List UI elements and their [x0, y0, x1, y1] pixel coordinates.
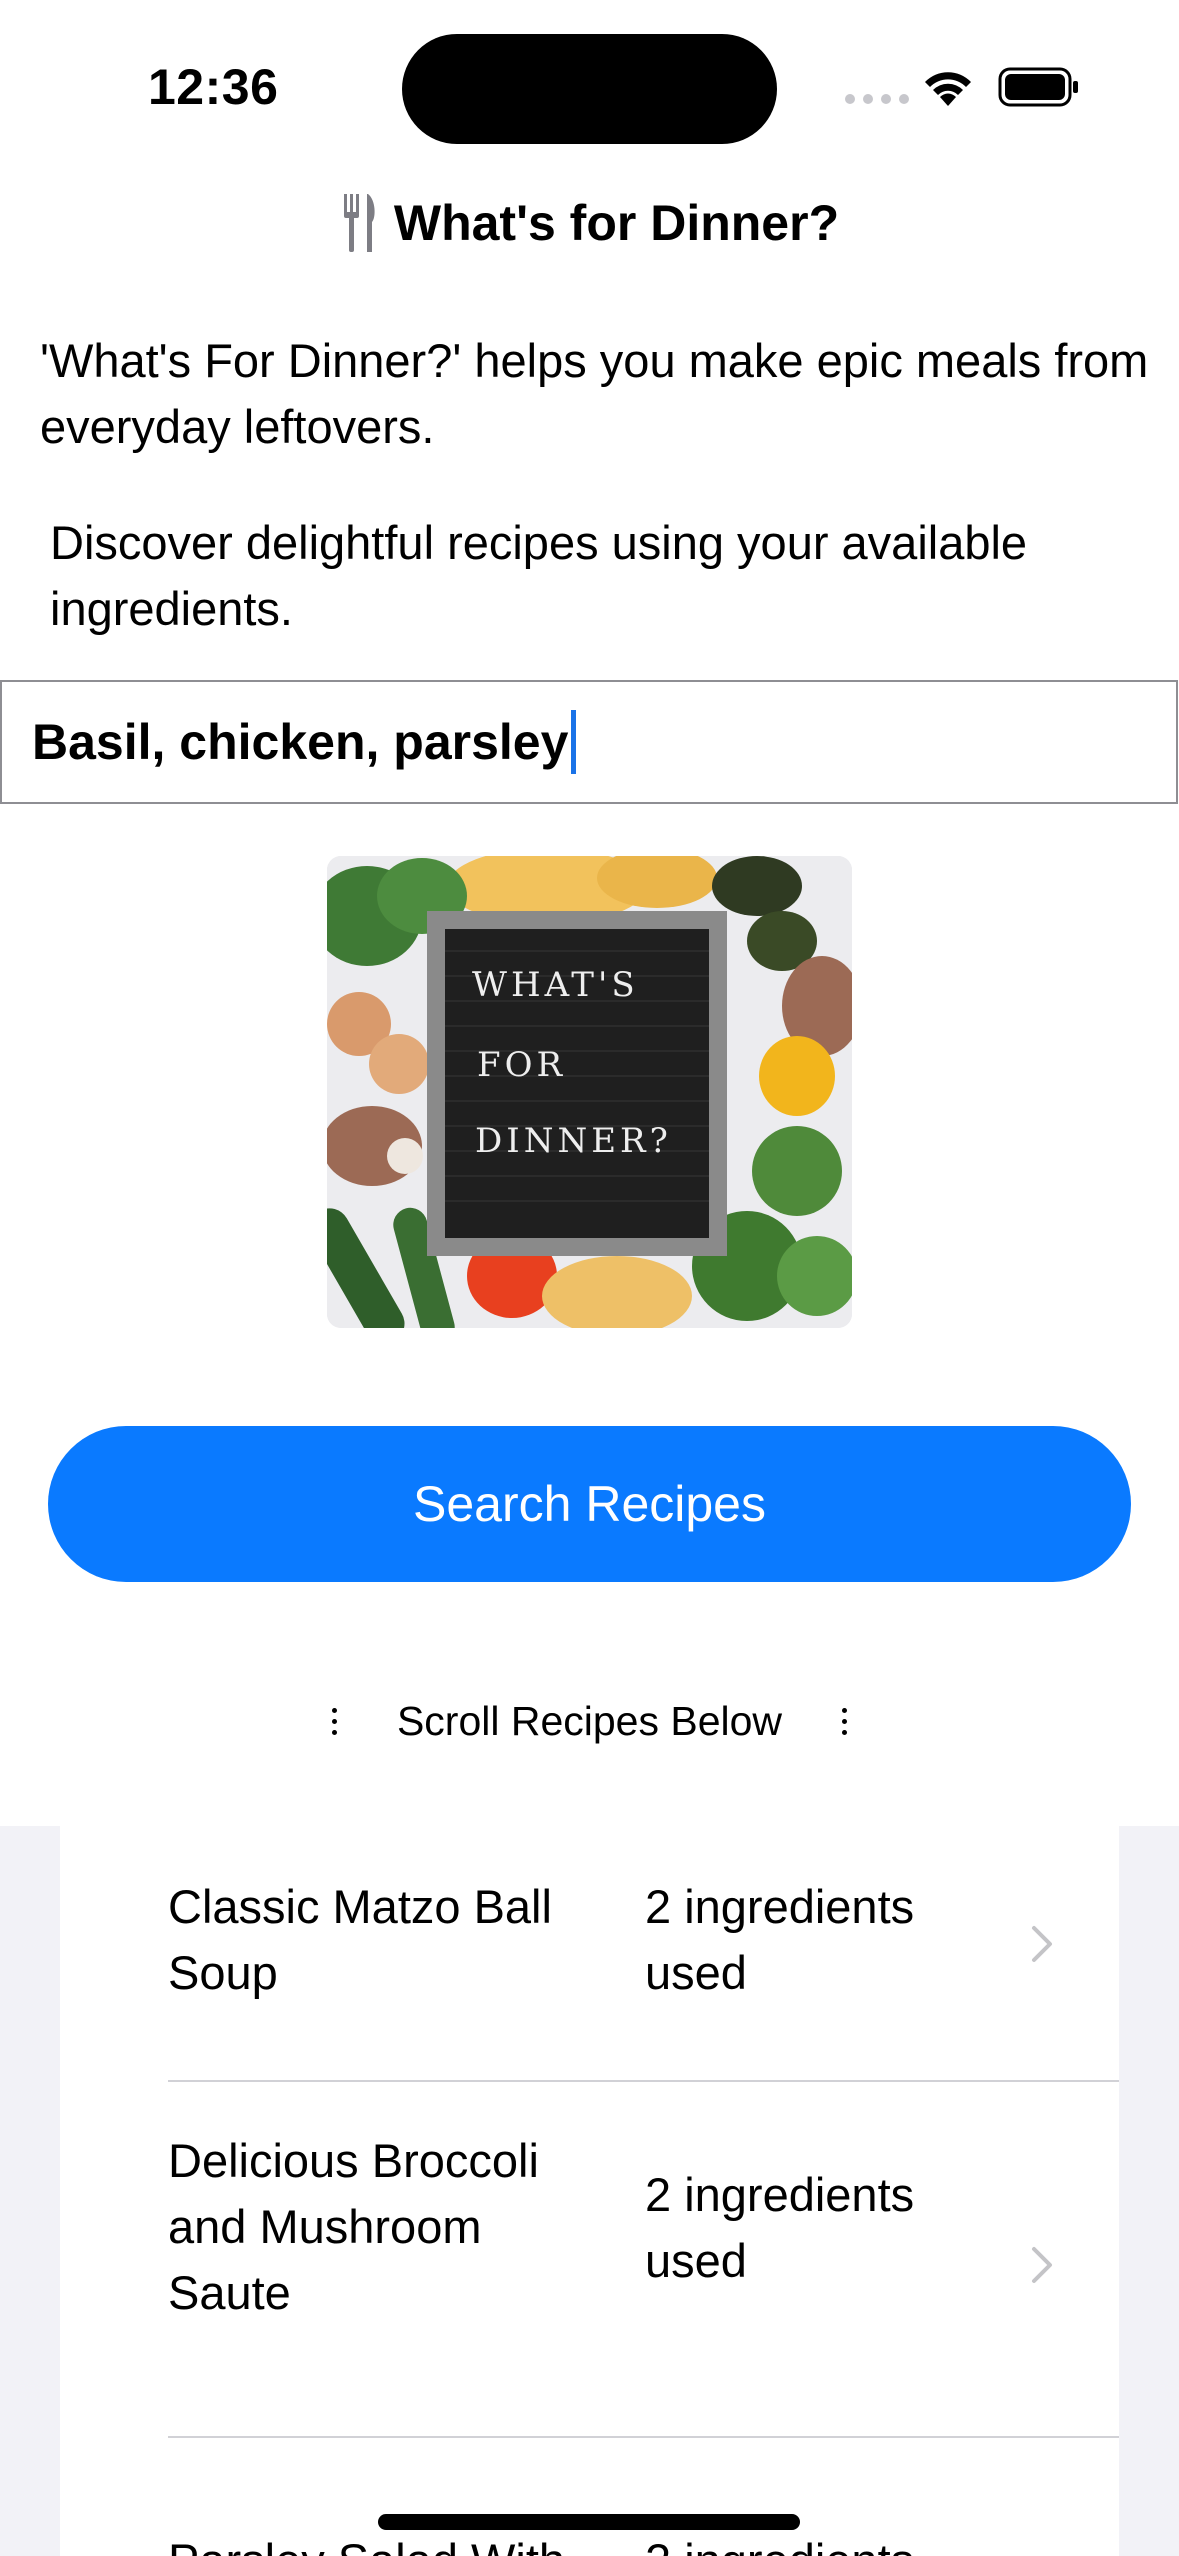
- intro-text: 'What's For Dinner?' helps you make epic…: [40, 334, 1149, 453]
- page-title: What's for Dinner?: [0, 192, 1179, 254]
- recipe-name: Delicious Broccoli and Mushroom Saute: [168, 2134, 539, 2319]
- chevron-right-icon: [1032, 2247, 1052, 2283]
- recipe-row[interactable]: Classic Matzo Ball Soup 2 ingredients us…: [60, 1826, 1119, 2080]
- status-time: 12:36: [148, 59, 279, 115]
- search-recipes-button[interactable]: Search Recipes: [48, 1426, 1131, 1582]
- app-title: What's for Dinner?: [393, 195, 840, 251]
- battery-icon: [998, 67, 1078, 107]
- board-line-2: FOR: [477, 1045, 566, 1085]
- recipe-list: Classic Matzo Ball Soup 2 ingredients us…: [60, 1826, 1119, 2556]
- recipe-ingredient-count: 2 ingredients used: [645, 1880, 915, 1999]
- recipe-name: Classic Matzo Ball Soup: [168, 1880, 552, 1999]
- cellular-signal-icon: [845, 94, 909, 104]
- recipe-row[interactable]: Delicious Broccoli and Mushroom Saute 2 …: [60, 2082, 1119, 2436]
- recipe-row[interactable]: Parsley Salad With 2 ingredients: [60, 2438, 1119, 2556]
- vertical-ellipsis-icon: [842, 1708, 848, 1735]
- board-line-3: DINNER?: [475, 1121, 672, 1161]
- hero-image: WHAT'S FOR DINNER?: [327, 856, 852, 1328]
- scroll-hint-label: Scroll Recipes Below: [396, 1698, 783, 1744]
- ingredients-input-value: Basil, chicken, parsley: [32, 714, 569, 770]
- board-line-1: WHAT'S: [472, 965, 639, 1005]
- recipe-ingredient-count: 2 ingredients: [645, 2528, 985, 2556]
- app-screen: 12:36 What's for Dinner? 'What's For Din…: [0, 0, 1179, 2556]
- scroll-hint: Scroll Recipes Below: [0, 1698, 1179, 1745]
- discover-text: Discover delightful recipes using your a…: [50, 516, 1028, 635]
- fork-knife-icon: [343, 194, 375, 252]
- vertical-ellipsis-icon: [331, 1708, 337, 1735]
- dynamic-island: [402, 34, 777, 144]
- recipe-name: Parsley Salad With: [168, 2528, 588, 2556]
- chevron-right-icon: [1032, 1926, 1052, 1962]
- home-indicator[interactable]: [378, 2514, 800, 2530]
- text-caret: [571, 710, 577, 774]
- recipe-ingredient-count: 2 ingredients used: [645, 2168, 915, 2287]
- ingredients-input[interactable]: Basil, chicken, parsley: [0, 680, 1178, 804]
- wifi-icon: [925, 72, 971, 106]
